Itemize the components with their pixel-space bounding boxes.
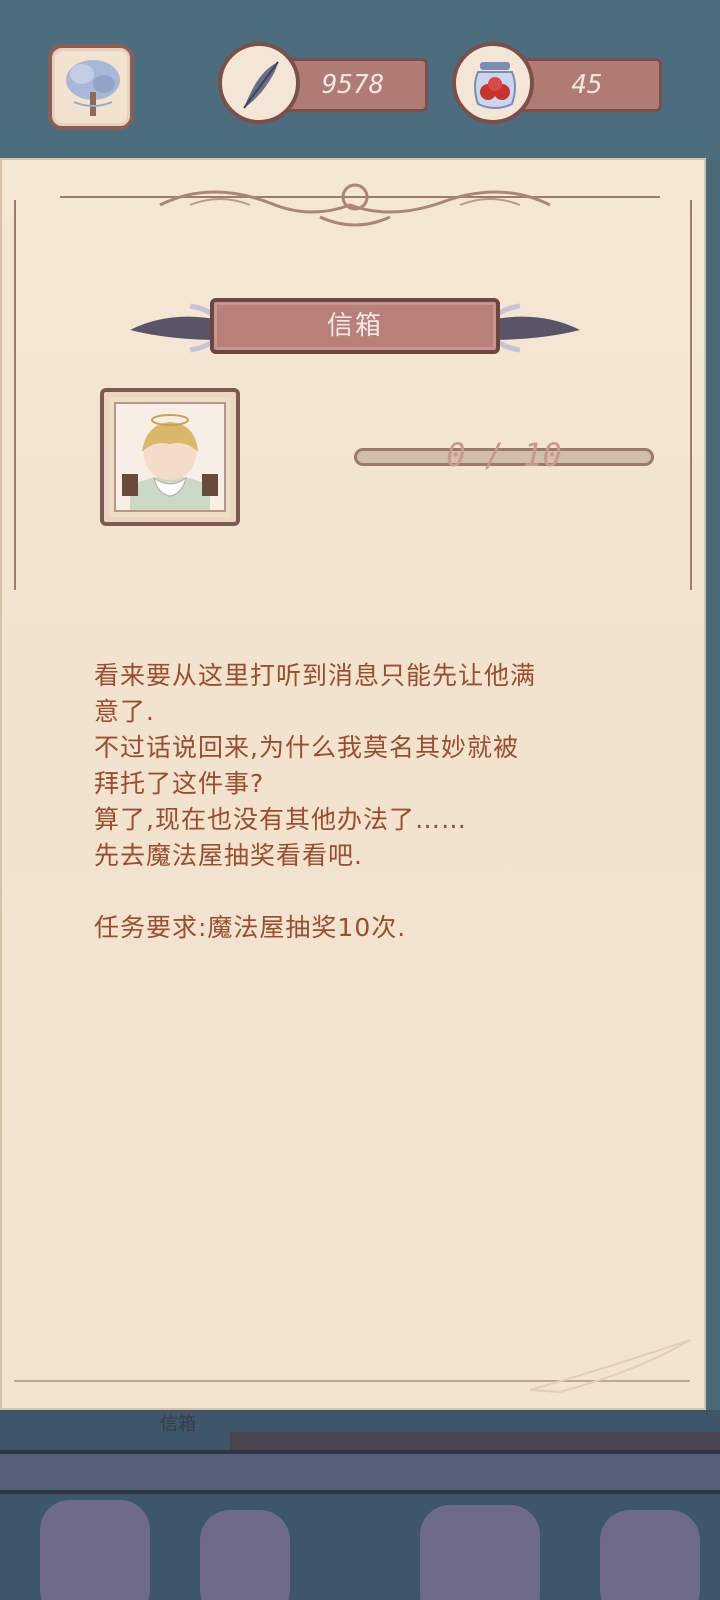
feather-icon-badge bbox=[218, 42, 300, 124]
frame-right-line bbox=[690, 200, 692, 590]
root-decoration bbox=[40, 1500, 150, 1600]
shelf-top bbox=[230, 1432, 720, 1450]
berry-count: 45 bbox=[571, 70, 603, 100]
letter-line: 不过话说回来,为什么我莫名其妙就被 bbox=[94, 733, 519, 762]
feather-icon bbox=[243, 61, 279, 109]
letter-line: 看来要从这里打听到消息只能先让他满 bbox=[94, 661, 537, 690]
letter-line: 意了. bbox=[94, 697, 155, 726]
task-progress-text: 0 / 10 bbox=[446, 436, 562, 474]
npc-portrait bbox=[100, 388, 240, 526]
letter-line: 先去魔法屋抽奖看看吧. bbox=[94, 841, 363, 870]
root-decoration bbox=[200, 1510, 290, 1600]
quill-watermark-icon bbox=[529, 1339, 691, 1394]
root-decoration bbox=[420, 1505, 540, 1600]
task-requirement: 任务要求:魔法屋抽奖10次. bbox=[94, 913, 407, 942]
root-decoration bbox=[600, 1510, 700, 1600]
berry-jar-icon bbox=[474, 62, 516, 109]
frame-left-line bbox=[14, 200, 16, 590]
top-bar: 9578 45 bbox=[0, 0, 720, 160]
letter-line: 拜托了这件事? bbox=[94, 769, 265, 798]
feather-count: 9578 bbox=[321, 70, 385, 100]
feather-resource: 9578 bbox=[218, 42, 433, 132]
letter-line: 算了,现在也没有其他办法了…… bbox=[94, 805, 467, 834]
tree-button[interactable] bbox=[48, 44, 134, 130]
berry-icon-badge bbox=[452, 42, 534, 124]
letter-body: 看来要从这里打听到消息只能先让他满 意了. 不过话说回来,为什么我莫名其妙就被 … bbox=[94, 658, 624, 946]
top-ornament-icon bbox=[159, 183, 551, 227]
page-title: 信箱 bbox=[326, 311, 383, 341]
tree-icon bbox=[66, 60, 120, 116]
npc-avatar bbox=[114, 402, 226, 512]
mailbox-banner: 信箱 bbox=[120, 290, 590, 366]
mailbox-sign: 信箱 bbox=[160, 1414, 196, 1435]
npc-character-icon bbox=[116, 404, 224, 510]
shelf bbox=[0, 1450, 720, 1494]
background-scenery: 信箱 bbox=[0, 1410, 720, 1600]
berry-resource: 45 bbox=[452, 42, 667, 132]
